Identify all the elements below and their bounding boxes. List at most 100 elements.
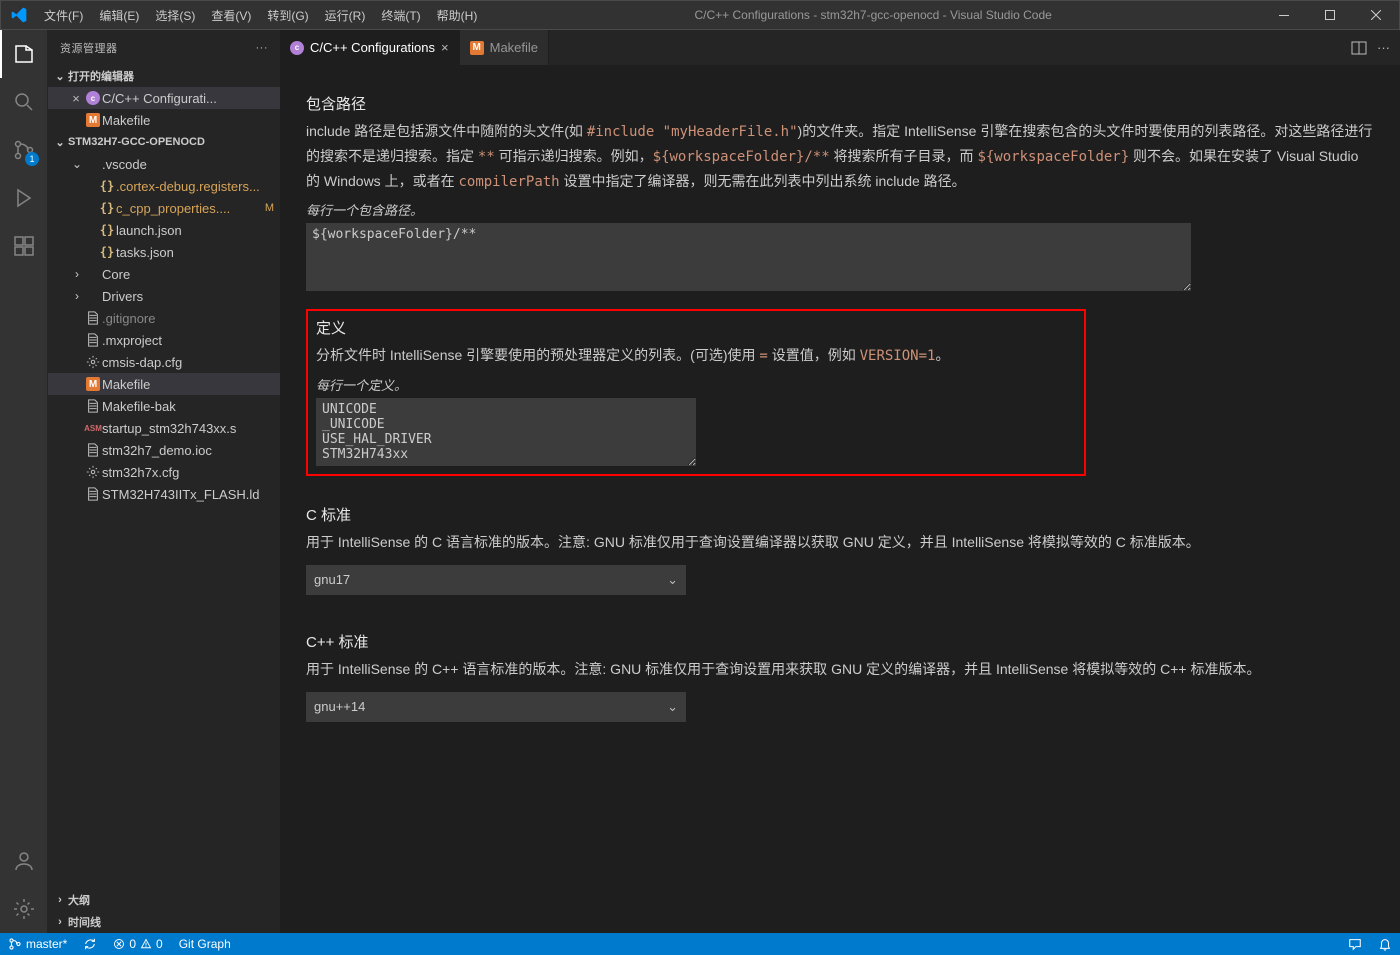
outline-header[interactable]: › 大纲	[48, 889, 280, 911]
menu-item[interactable]: 选择(S)	[147, 7, 203, 24]
json-icon: {}	[100, 245, 114, 259]
defines-description: 分析文件时 IntelliSense 引擎要使用的预处理器定义的列表。(可选)使…	[316, 344, 1076, 369]
open-editor-item[interactable]: ×cC/C++ Configurati...	[48, 87, 280, 109]
close-button[interactable]	[1353, 0, 1399, 30]
vscode-logo	[1, 7, 36, 23]
include-title: 包含路径	[306, 93, 1374, 114]
editor-tab[interactable]: cC/C++ Configurations×	[280, 30, 460, 65]
cpp-config-icon: c	[290, 41, 304, 55]
editor-tab[interactable]: MMakefile	[460, 30, 549, 65]
tree-file[interactable]: Makefile-bak	[48, 395, 280, 417]
sidebar-more-icon[interactable]: ···	[256, 42, 269, 54]
chevron-down-icon: ⌄	[70, 157, 84, 171]
status-branch[interactable]: master*	[0, 937, 75, 951]
gear-icon	[86, 465, 100, 479]
maximize-button[interactable]	[1307, 0, 1353, 30]
cpp-standard-title: C++ 标准	[306, 631, 1374, 652]
activity-search[interactable]	[0, 78, 47, 126]
tree-file[interactable]: .gitignore	[48, 307, 280, 329]
activity-explorer[interactable]	[0, 30, 47, 78]
timeline-header[interactable]: › 时间线	[48, 911, 280, 933]
tree-file[interactable]: STM32H743IITx_FLASH.ld	[48, 483, 280, 505]
json-icon: {}	[100, 179, 114, 193]
tree-label: startup_stm32h743xx.s	[102, 421, 236, 436]
tree-file[interactable]: {}launch.json	[48, 219, 280, 241]
activitybar: 1	[0, 30, 48, 933]
tree-label: .cortex-debug.registers...	[116, 179, 260, 194]
tree-label: stm32h7x.cfg	[102, 465, 179, 480]
status-git-graph[interactable]: Git Graph	[171, 937, 239, 951]
c-standard-title: C 标准	[306, 504, 1374, 525]
status-problems[interactable]: 0 0	[105, 937, 170, 951]
file-icon	[86, 311, 100, 325]
status-bell-icon[interactable]	[1370, 937, 1400, 951]
menu-item[interactable]: 编辑(E)	[91, 7, 147, 24]
tree-file[interactable]: {}.cortex-debug.registers...	[48, 175, 280, 197]
makefile-icon: M	[470, 41, 484, 55]
close-icon[interactable]: ×	[441, 40, 449, 55]
tab-actions: ···	[1351, 30, 1400, 65]
tree-file[interactable]: {}c_cpp_properties....M	[48, 197, 280, 219]
editor-content[interactable]: 包含路径 include 路径是包括源文件中随附的头文件(如 #include …	[280, 65, 1400, 933]
project-header[interactable]: ⌄ STM32H7-GCC-OPENOCD	[48, 131, 280, 153]
defines-title: 定义	[316, 317, 1076, 338]
tree-label: cmsis-dap.cfg	[102, 355, 182, 370]
split-editor-icon[interactable]	[1351, 40, 1367, 56]
sidebar-title: 资源管理器	[60, 40, 118, 56]
tabs: cC/C++ Configurations×MMakefile ···	[280, 30, 1400, 65]
tree-label: Drivers	[102, 289, 143, 304]
open-editor-item[interactable]: MMakefile	[48, 109, 280, 131]
status-sync[interactable]	[75, 937, 105, 951]
c-standard-select[interactable]: gnu17 ⌄	[306, 565, 686, 595]
tree-label: Core	[102, 267, 130, 282]
cpp-standard-description: 用于 IntelliSense 的 C++ 语言标准的版本。注意: GNU 标准…	[306, 658, 1374, 682]
chevron-right-icon: ›	[70, 289, 84, 303]
tree-file[interactable]: {}tasks.json	[48, 241, 280, 263]
file-icon	[86, 443, 100, 457]
tree-file[interactable]: .mxproject	[48, 329, 280, 351]
tree-folder[interactable]: ›Core	[48, 263, 280, 285]
cpp-standard-select[interactable]: gnu++14 ⌄	[306, 692, 686, 722]
tree-label: stm32h7_demo.ioc	[102, 443, 212, 458]
tree-folder[interactable]: › Drivers	[48, 285, 280, 307]
cpp-config-icon: c	[86, 91, 100, 105]
include-path-input[interactable]	[306, 223, 1191, 291]
activity-extensions[interactable]	[0, 222, 47, 270]
scm-badge: 1	[25, 152, 39, 166]
asm-icon: ASM	[84, 424, 102, 433]
window-title: C/C++ Configurations - stm32h7-gcc-openo…	[485, 8, 1261, 22]
activity-scm[interactable]: 1	[0, 126, 47, 174]
menu-item[interactable]: 运行(R)	[317, 7, 374, 24]
more-icon[interactable]: ···	[1377, 40, 1390, 55]
open-editor-label: Makefile	[102, 113, 150, 128]
tree-label: tasks.json	[116, 245, 174, 260]
tree-file[interactable]: MMakefile	[48, 373, 280, 395]
activity-settings[interactable]	[0, 885, 47, 933]
activity-run[interactable]	[0, 174, 47, 222]
window-controls	[1261, 0, 1399, 30]
activity-accounts[interactable]	[0, 837, 47, 885]
menu-item[interactable]: 转到(G)	[259, 7, 316, 24]
json-icon: {}	[100, 223, 114, 237]
chevron-down-icon: ⌄	[52, 70, 68, 83]
chevron-down-icon: ⌄	[667, 572, 678, 588]
minimize-button[interactable]	[1261, 0, 1307, 30]
tree-label: .mxproject	[102, 333, 162, 348]
tree-file[interactable]: cmsis-dap.cfg	[48, 351, 280, 373]
menu-item[interactable]: 查看(V)	[203, 7, 259, 24]
menu-item[interactable]: 文件(F)	[36, 7, 91, 24]
open-editors-header[interactable]: ⌄ 打开的编辑器	[48, 65, 280, 87]
status-feedback-icon[interactable]	[1340, 937, 1370, 951]
tree-file[interactable]: ASMstartup_stm32h743xx.s	[48, 417, 280, 439]
editor-area: cC/C++ Configurations×MMakefile ··· 包含路径…	[280, 30, 1400, 933]
close-icon[interactable]: ×	[68, 91, 84, 106]
defines-input[interactable]	[316, 398, 696, 466]
tree-file[interactable]: stm32h7x.cfg	[48, 461, 280, 483]
menu-item[interactable]: 帮助(H)	[429, 7, 486, 24]
tree-label: launch.json	[116, 223, 182, 238]
menu-item[interactable]: 终端(T)	[373, 7, 428, 24]
chevron-down-icon: ⌄	[52, 136, 68, 149]
tree-file[interactable]: stm32h7_demo.ioc	[48, 439, 280, 461]
tree-folder[interactable]: ⌄.vscode	[48, 153, 280, 175]
chevron-right-icon: ›	[52, 916, 68, 928]
